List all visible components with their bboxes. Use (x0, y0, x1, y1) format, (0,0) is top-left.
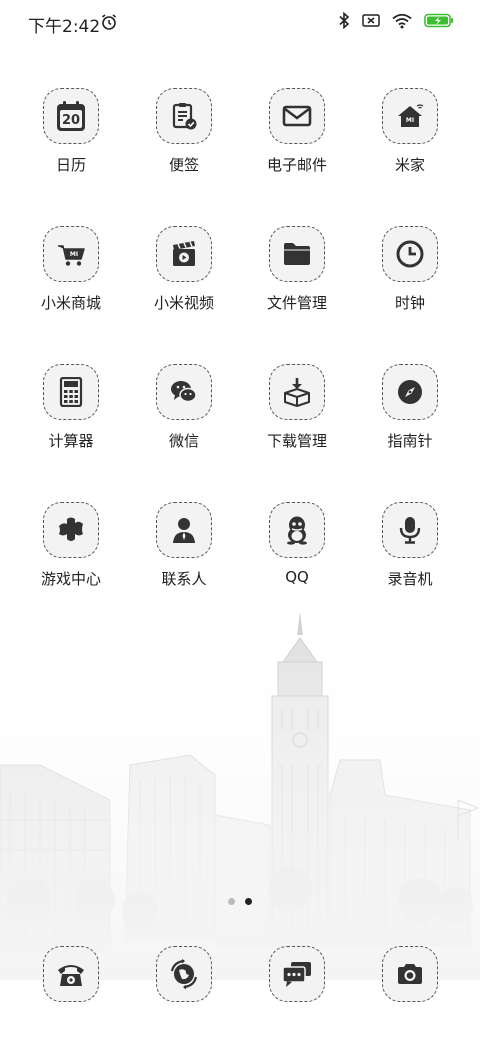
video-icon (173, 241, 195, 266)
camera-icon (398, 964, 422, 984)
svg-text:MI: MI (70, 251, 78, 258)
clock-icon (396, 240, 424, 268)
app-compass[interactable]: 指南针 (360, 364, 460, 451)
contacts-icon (173, 518, 195, 543)
bluetooth-icon (339, 12, 350, 29)
page-dot-2-active[interactable] (245, 898, 252, 905)
status-time: 下午2:42 (28, 17, 101, 37)
app-contacts[interactable]: 联系人 (134, 502, 234, 589)
app-label: 时钟 (394, 294, 425, 312)
calculator-icon (59, 377, 83, 407)
wechat-icon (171, 381, 197, 403)
app-label: 小米商城 (40, 294, 101, 312)
app-calendar[interactable]: 20 日历 (21, 88, 121, 175)
app-download-manager[interactable]: 下载管理 (247, 364, 347, 451)
dock-camera[interactable] (360, 946, 460, 1002)
mi-home-icon: MI (398, 104, 424, 127)
app-label: QQ (285, 568, 309, 586)
phone-icon (58, 965, 84, 986)
battery-charging-icon (424, 13, 453, 28)
app-game-center[interactable]: 游戏中心 (21, 502, 121, 589)
notes-icon (172, 103, 197, 130)
calendar-icon: 20 (57, 101, 85, 131)
qq-icon (287, 516, 307, 545)
dock-phone[interactable] (21, 946, 121, 1002)
compass-icon (398, 380, 422, 404)
app-label: 指南针 (387, 432, 433, 450)
game-center-icon (59, 517, 83, 541)
app-mi-home[interactable]: MI 米家 (360, 88, 460, 175)
app-label: 小米视频 (153, 294, 214, 312)
dock (0, 946, 480, 1006)
app-qq[interactable]: QQ (247, 502, 347, 586)
app-label: 文件管理 (266, 294, 327, 312)
mail-icon (282, 105, 312, 127)
app-wechat[interactable]: 微信 (134, 364, 234, 451)
dock-messages[interactable] (247, 946, 347, 1002)
sim-missing-icon (362, 14, 380, 27)
messages-icon (282, 962, 311, 987)
svg-text:MI: MI (406, 117, 414, 124)
app-label: 便签 (168, 156, 199, 174)
app-calculator[interactable]: 计算器 (21, 364, 121, 451)
wallpaper-skyline (0, 600, 480, 980)
app-label: 微信 (168, 432, 199, 450)
app-label: 电子邮件 (266, 156, 327, 174)
page-dot-1[interactable] (228, 898, 235, 905)
page-indicator (0, 898, 480, 905)
recorder-icon (399, 517, 421, 544)
app-label: 日历 (55, 156, 86, 174)
browser-icon (170, 959, 198, 990)
wifi-icon (392, 13, 412, 28)
app-label: 录音机 (387, 570, 433, 588)
download-icon (284, 378, 310, 407)
app-mi-video[interactable]: 小米视频 (134, 226, 234, 313)
status-bar: 下午2:42 (0, 0, 480, 44)
alarm-icon (102, 14, 116, 30)
app-label: 下载管理 (266, 432, 327, 450)
app-file-manager[interactable]: 文件管理 (247, 226, 347, 313)
app-label: 游戏中心 (40, 570, 101, 588)
app-label: 联系人 (161, 570, 207, 588)
app-notes[interactable]: 便签 (134, 88, 234, 175)
app-label: 米家 (394, 156, 425, 174)
app-clock[interactable]: 时钟 (360, 226, 460, 313)
app-label: 计算器 (48, 432, 94, 450)
app-mi-store[interactable]: MI 小米商城 (21, 226, 121, 313)
mi-store-icon: MI (58, 245, 85, 266)
svg-text:20: 20 (62, 113, 80, 128)
folder-icon (284, 243, 310, 265)
app-recorder[interactable]: 录音机 (360, 502, 460, 589)
dock-browser[interactable] (134, 946, 234, 1002)
app-email[interactable]: 电子邮件 (247, 88, 347, 175)
